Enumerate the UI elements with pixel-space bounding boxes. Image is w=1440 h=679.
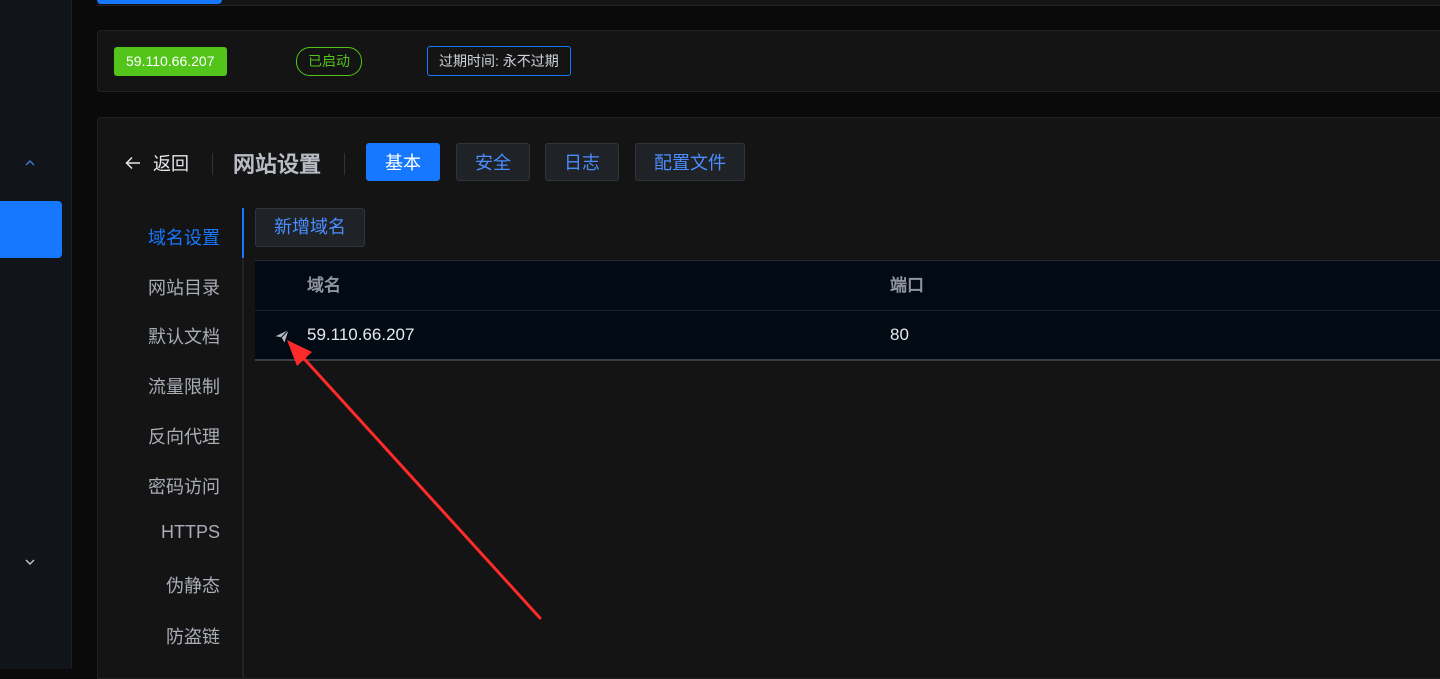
menu-item-hotlink[interactable]: 防盗链 <box>166 623 220 649</box>
menu-item-traffic-limit[interactable]: 流量限制 <box>148 373 220 399</box>
side-menu-active-indicator <box>242 208 244 258</box>
port-cell: 80 <box>890 325 909 344</box>
send-icon[interactable] <box>274 328 290 344</box>
table-row: 59.110.66.207 80 <box>255 311 1440 361</box>
header-divider <box>344 153 345 175</box>
domain-table: 域名 端口 59.110.66.207 80 <box>255 260 1440 361</box>
menu-item-default-doc[interactable]: 默认文档 <box>148 323 220 349</box>
table-header: 域名 端口 <box>255 260 1440 311</box>
arrow-left-icon <box>125 156 140 170</box>
tab-security[interactable]: 安全 <box>456 143 530 181</box>
sidebar-active-item[interactable] <box>0 201 62 258</box>
header-divider <box>212 153 213 175</box>
menu-item-domain[interactable]: 域名设置 <box>148 224 220 250</box>
app-sidebar <box>0 0 72 669</box>
menu-item-site-dir[interactable]: 网站目录 <box>148 274 220 300</box>
domain-cell: 59.110.66.207 <box>307 325 415 344</box>
column-header-domain: 域名 <box>307 276 341 295</box>
settings-side-menu: 域名设置 网站目录 默认文档 流量限制 反向代理 密码访问 HTTPS 伪静态 … <box>98 208 244 678</box>
tab-basic[interactable]: 基本 <box>366 143 440 181</box>
chevron-up-icon[interactable] <box>22 155 38 171</box>
page-title: 网站设置 <box>233 152 322 177</box>
run-status-badge: 已启动 <box>296 47 362 76</box>
tab-config-file[interactable]: 配置文件 <box>635 143 745 181</box>
site-settings-card: 返回 网站设置 基本 安全 日志 配置文件 域名设置 网站目录 默认文档 流量限… <box>97 117 1440 679</box>
menu-item-password-access[interactable]: 密码访问 <box>148 473 220 499</box>
expire-tag: 过期时间: 永不过期 <box>427 46 571 76</box>
menu-item-reverse-proxy[interactable]: 反向代理 <box>148 423 220 449</box>
top-panel-edge <box>97 0 1440 6</box>
site-status-card: 59.110.66.207 已启动 过期时间: 永不过期 <box>97 30 1440 92</box>
ip-tag: 59.110.66.207 <box>114 47 227 76</box>
add-domain-button[interactable]: 新增域名 <box>255 208 365 247</box>
chevron-down-icon[interactable] <box>22 554 38 570</box>
column-header-port: 端口 <box>890 276 924 295</box>
top-active-indicator <box>97 0 222 4</box>
back-button[interactable]: 返回 <box>125 151 189 175</box>
menu-item-https[interactable]: HTTPS <box>161 522 220 543</box>
side-menu-track <box>242 208 244 678</box>
menu-item-rewrite[interactable]: 伪静态 <box>166 572 220 598</box>
tab-logs[interactable]: 日志 <box>545 143 619 181</box>
back-label: 返回 <box>153 154 189 174</box>
